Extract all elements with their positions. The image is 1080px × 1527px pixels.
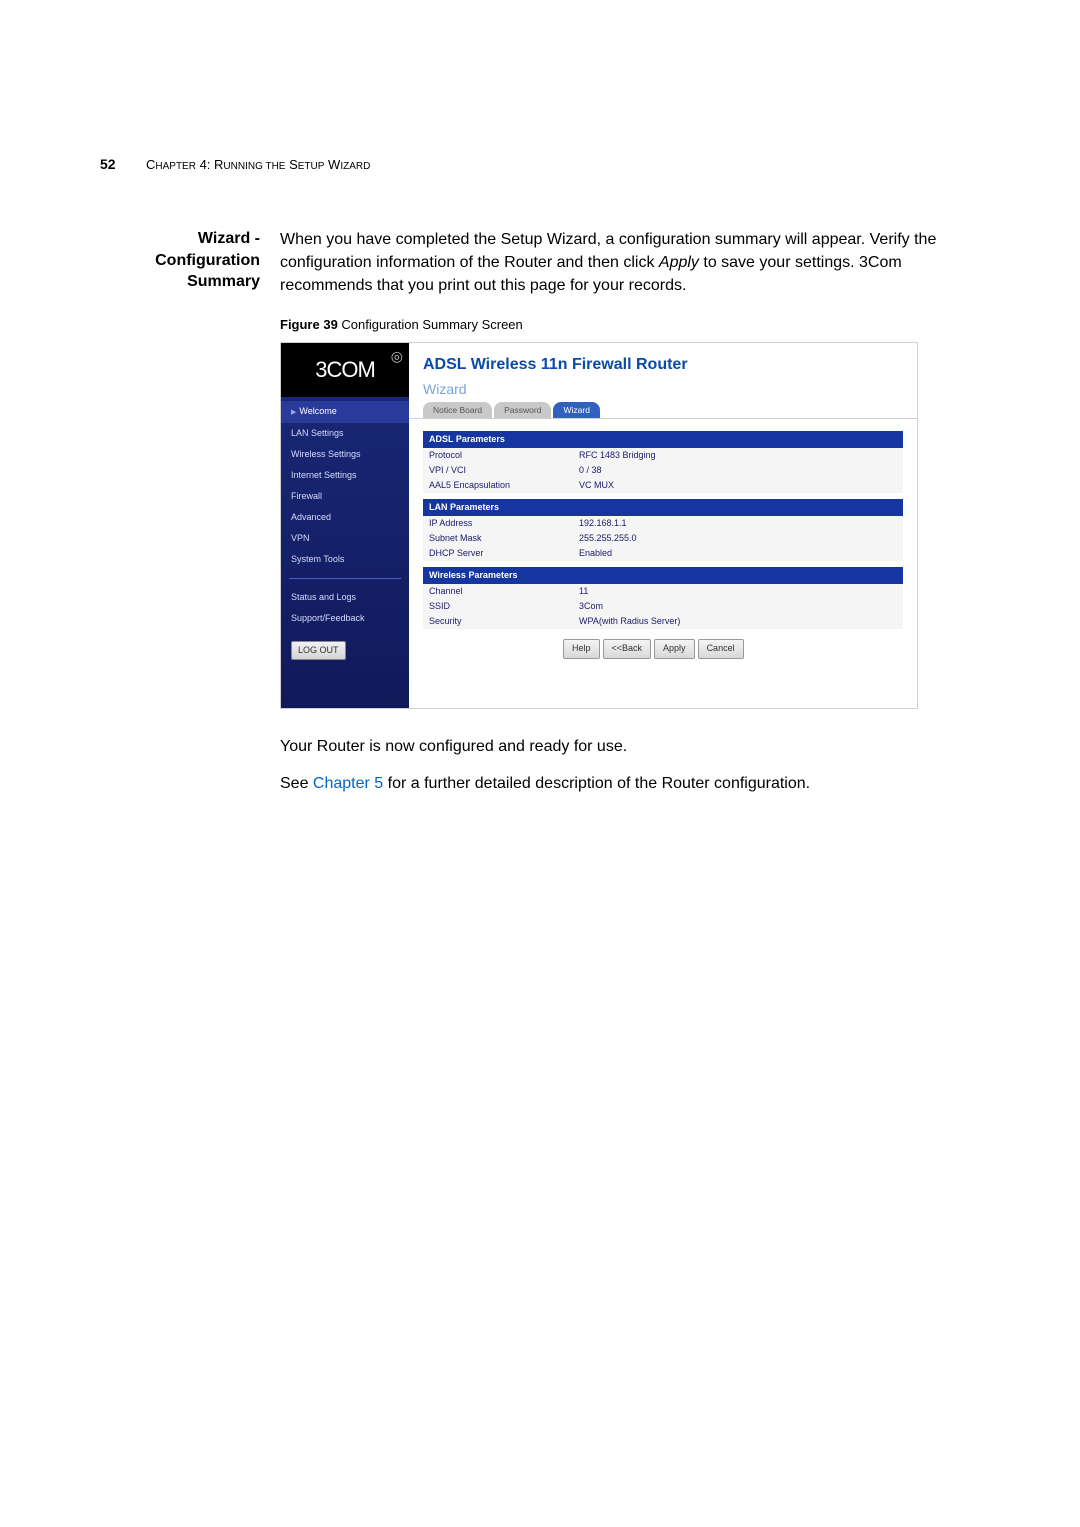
param-row: ProtocolRFC 1483 Bridging	[423, 448, 903, 463]
lan-parameters-header: LAN Parameters	[423, 499, 903, 516]
apply-term: Apply	[659, 254, 699, 271]
wizard-button-row: Help <<Back Apply Cancel	[423, 629, 903, 658]
wireless-parameters-header: Wireless Parameters	[423, 567, 903, 584]
nav-list-2: Status and Logs Support/Feedback	[281, 583, 409, 633]
logo-3com: ◎ 3COM	[281, 343, 409, 397]
router-main: ADSL Wireless 11n Firewall Router Wizard…	[409, 343, 917, 708]
page-number: 52	[100, 156, 128, 172]
nav-internet-settings[interactable]: Internet Settings	[281, 465, 409, 486]
param-row: Subnet Mask255.255.255.0	[423, 531, 903, 546]
parameters-area: ADSL Parameters ProtocolRFC 1483 Bridgin…	[409, 419, 917, 673]
param-row: AAL5 EncapsulationVC MUX	[423, 478, 903, 493]
tab-bar: Notice Board Password Wizard	[409, 401, 917, 419]
tab-wizard[interactable]: Wizard	[553, 402, 599, 418]
adsl-parameters-header: ADSL Parameters	[423, 431, 903, 448]
nav-vpn[interactable]: VPN	[281, 528, 409, 549]
nav-wireless-settings[interactable]: Wireless Settings	[281, 444, 409, 465]
nav-advanced[interactable]: Advanced	[281, 507, 409, 528]
router-title: ADSL Wireless 11n Firewall Router	[409, 343, 917, 378]
nav-selected-icon: ▶	[291, 409, 296, 416]
apply-button[interactable]: Apply	[654, 639, 695, 658]
param-row: IP Address192.168.1.1	[423, 516, 903, 531]
logo-swirl-icon: ◎	[391, 346, 403, 366]
post-text-2: See Chapter 5 for a further detailed des…	[280, 772, 980, 795]
nav-support-feedback[interactable]: Support/Feedback	[281, 608, 409, 629]
router-subtitle: Wizard	[409, 379, 917, 401]
post-text-1: Your Router is now configured and ready …	[280, 735, 980, 758]
chapter-header: CHAPTER 4: RUNNING THE SETUP WIZARD	[146, 157, 370, 172]
nav-divider	[289, 578, 401, 579]
param-row: DHCP ServerEnabled	[423, 546, 903, 561]
param-row: SecurityWPA(with Radius Server)	[423, 614, 903, 629]
config-summary-screenshot: ◎ 3COM ▶Welcome LAN Settings Wireless Se…	[280, 342, 918, 709]
nav-firewall[interactable]: Firewall	[281, 486, 409, 507]
intro-paragraph: When you have completed the Setup Wizard…	[280, 228, 980, 298]
param-row: Channel11	[423, 584, 903, 599]
figure-caption: Figure 39 Configuration Summary Screen	[280, 316, 980, 335]
nav-system-tools[interactable]: System Tools	[281, 549, 409, 570]
router-sidebar: ◎ 3COM ▶Welcome LAN Settings Wireless Se…	[281, 343, 409, 708]
nav-welcome[interactable]: ▶Welcome	[281, 401, 409, 422]
chapter-5-link[interactable]: Chapter 5	[313, 775, 383, 792]
help-button[interactable]: Help	[563, 639, 600, 658]
logout-button[interactable]: LOG OUT	[291, 641, 346, 660]
param-row: VPI / VCI0 / 38	[423, 463, 903, 478]
cancel-button[interactable]: Cancel	[698, 639, 744, 658]
back-button[interactable]: <<Back	[603, 639, 652, 658]
nav-list: ▶Welcome LAN Settings Wireless Settings …	[281, 397, 409, 573]
section-heading: Wizard - Configuration Summary	[100, 228, 260, 810]
nav-status-logs[interactable]: Status and Logs	[281, 587, 409, 608]
param-row: SSID3Com	[423, 599, 903, 614]
running-header: 52 CHAPTER 4: RUNNING THE SETUP WIZARD	[100, 156, 980, 172]
tab-notice-board[interactable]: Notice Board	[423, 402, 492, 418]
tab-password[interactable]: Password	[494, 402, 551, 418]
nav-lan-settings[interactable]: LAN Settings	[281, 423, 409, 444]
